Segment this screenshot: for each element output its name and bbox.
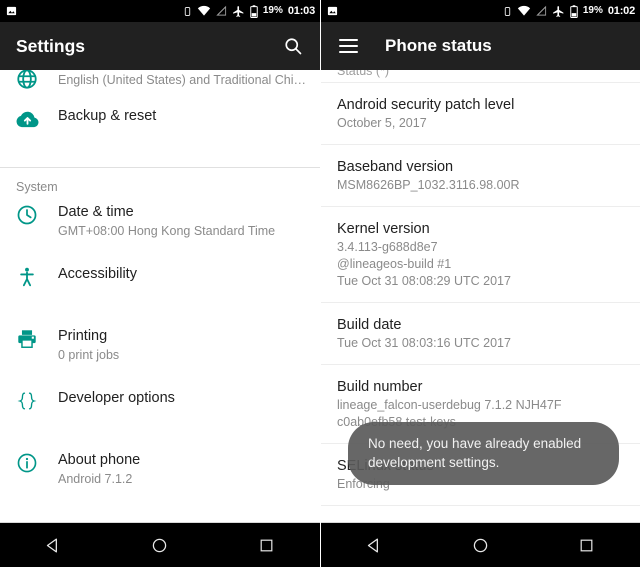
divider <box>321 505 640 506</box>
list-item-subtitle: October 5, 2017 <box>337 116 427 130</box>
list-item-kernel-version[interactable]: Kernel version 3.4.113-g688d8e7 @lineage… <box>321 207 640 302</box>
navigation-bar <box>0 522 320 567</box>
right-phone-screen: 19% 01:02 Phone status Status (*) Androi… <box>320 0 640 567</box>
settings-list[interactable]: English (United States) and Traditional … <box>0 70 320 522</box>
status-bar-notifications <box>327 5 503 17</box>
vibrate-icon <box>183 5 192 18</box>
screenshot-icon <box>6 5 17 17</box>
list-item-title: Kernel version <box>337 221 430 237</box>
search-icon[interactable] <box>280 33 306 59</box>
list-item-subtitle: English (United States) and Traditional … <box>58 73 307 87</box>
accessibility-icon <box>16 264 58 288</box>
status-bar-system-icons: 19% 01:02 <box>503 0 635 22</box>
hamburger-menu-icon[interactable] <box>335 33 361 59</box>
screenshot-pair: 19% 01:03 Settings English (United State… <box>0 0 640 567</box>
recents-icon[interactable] <box>557 523 617 567</box>
list-item-clipped[interactable]: Status (*) <box>321 70 640 82</box>
cloud-upload-icon <box>16 106 58 131</box>
list-item-title: Printing <box>58 328 108 344</box>
settings-toolbar: Settings <box>0 22 320 70</box>
list-item-title: Baseband version <box>337 159 454 175</box>
status-bar-notifications <box>6 5 183 17</box>
list-item-title: Accessibility <box>58 266 137 282</box>
list-item-subtitle: @lineageos-build #1 <box>337 257 452 271</box>
list-item-baseband-version[interactable]: Baseband version MSM8626BP_1032.3116.98.… <box>321 145 640 206</box>
battery-icon <box>250 4 258 18</box>
vibrate-icon <box>503 5 512 18</box>
list-item-subtitle: 0 print jobs <box>58 348 120 362</box>
home-icon[interactable] <box>450 523 510 567</box>
list-item-title: Developer options <box>58 390 175 406</box>
status-bar-system-icons: 19% 01:03 <box>183 0 315 22</box>
sidebar-item-backup-reset[interactable]: Backup & reset <box>0 106 320 152</box>
battery-percent: 19% <box>582 5 603 16</box>
list-item-subtitle: MSM8626BP_1032.3116.98.00R <box>337 178 520 192</box>
phone-status-list[interactable]: Status (*) Android security patch level … <box>321 70 640 522</box>
left-phone-screen: 19% 01:03 Settings English (United State… <box>0 0 320 567</box>
back-icon[interactable] <box>344 523 404 567</box>
wifi-icon <box>517 5 531 17</box>
list-item-build-date[interactable]: Build date Tue Oct 31 08:03:16 UTC 2017 <box>321 303 640 364</box>
airplane-mode-icon <box>552 5 565 18</box>
list-item-title: Build number <box>337 379 423 395</box>
page-title: Phone status <box>385 36 492 55</box>
back-icon[interactable] <box>23 523 83 567</box>
sidebar-item-printing[interactable]: Printing 0 print jobs <box>0 326 320 372</box>
list-item-language[interactable]: English (United States) and Traditional … <box>0 70 320 90</box>
list-item-security-patch[interactable]: Android security patch level October 5, … <box>321 83 640 144</box>
status-bar-clock: 01:02 <box>607 5 635 17</box>
section-header-system: System <box>16 180 58 194</box>
list-item-subtitle: Android 7.1.2 <box>58 472 133 486</box>
sidebar-item-developer-options[interactable]: Developer options <box>0 388 320 434</box>
printer-icon <box>16 326 58 350</box>
phone-status-toolbar: Phone status <box>321 22 640 70</box>
list-item-subtitle: lineage_falcon-userdebug 7.1.2 NJH47F <box>337 398 562 412</box>
list-item-title: About phone <box>58 452 141 468</box>
language-icon <box>16 70 58 90</box>
clock-icon <box>16 202 58 226</box>
list-item-subtitle: Tue Oct 31 08:03:16 UTC 2017 <box>337 336 511 350</box>
list-item-subtitle: Tue Oct 31 08:08:29 UTC 2017 <box>337 274 511 288</box>
list-item-title: Date & time <box>58 204 134 220</box>
status-bar: 19% 01:02 <box>321 0 640 22</box>
info-circle-icon <box>16 450 58 474</box>
screenshot-icon <box>327 5 338 17</box>
list-item-title: Build date <box>337 317 402 333</box>
list-item-title: Backup & reset <box>58 108 157 124</box>
wifi-icon <box>197 5 211 17</box>
list-item-subtitle: Status (*) <box>337 70 390 78</box>
home-icon[interactable] <box>130 523 190 567</box>
status-bar: 19% 01:03 <box>0 0 320 22</box>
navigation-bar <box>321 522 640 567</box>
toast-line-2: development settings. <box>368 455 500 470</box>
sidebar-item-accessibility[interactable]: Accessibility <box>0 264 320 310</box>
toast-line-1: No need, you have already enabled <box>368 436 582 451</box>
sidebar-item-date-time[interactable]: Date & time GMT+08:00 Hong Kong Standard… <box>0 202 320 248</box>
signal-off-icon <box>216 5 227 17</box>
list-item-title: Android security patch level <box>337 97 515 113</box>
page-title: Settings <box>16 35 86 56</box>
list-item-subtitle: GMT+08:00 Hong Kong Standard Time <box>58 224 276 238</box>
airplane-mode-icon <box>232 5 245 18</box>
battery-percent: 19% <box>262 5 283 16</box>
recents-icon[interactable] <box>237 523 297 567</box>
sidebar-item-about-phone[interactable]: About phone Android 7.1.2 <box>0 450 320 496</box>
signal-off-icon <box>536 5 547 17</box>
status-bar-clock: 01:03 <box>287 5 315 17</box>
list-item-subtitle: 3.4.113-g688d8e7 <box>337 240 438 254</box>
toast-message: No need, you have already enabled develo… <box>348 422 619 485</box>
battery-icon <box>570 4 578 18</box>
braces-icon <box>16 388 58 412</box>
